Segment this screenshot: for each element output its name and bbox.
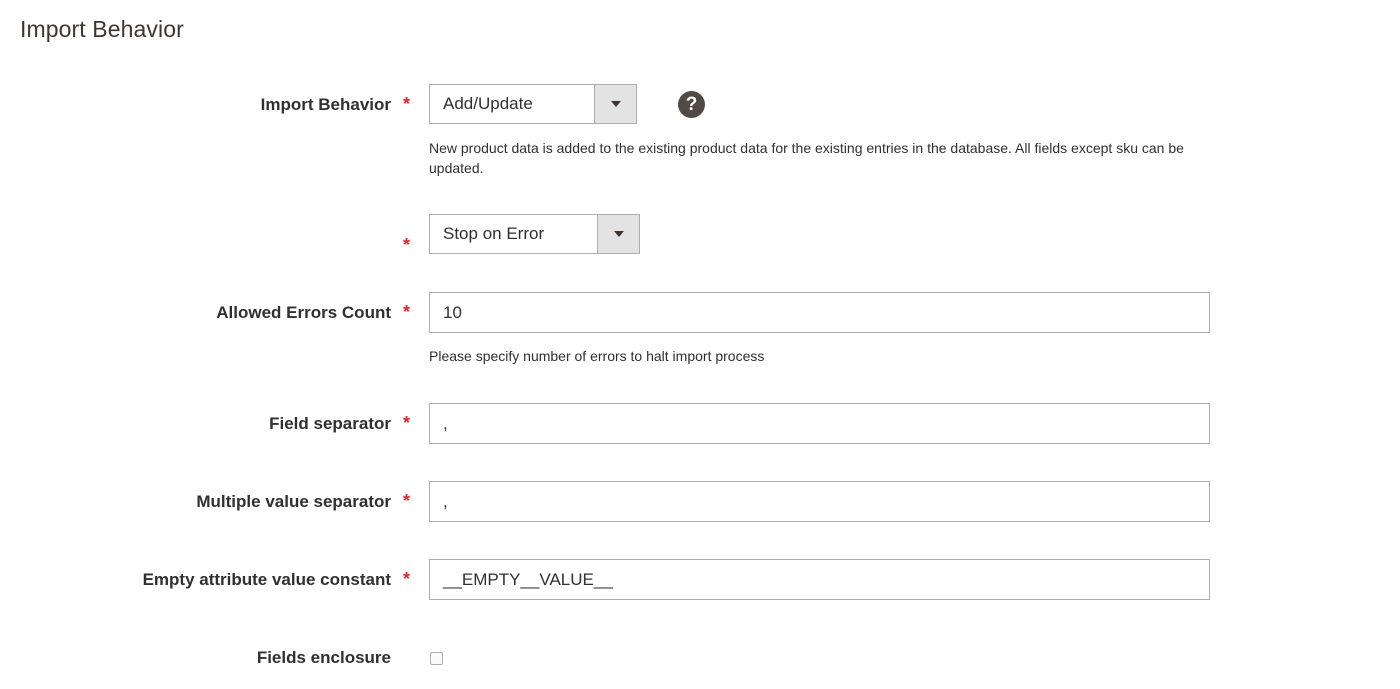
section-title: Import Behavior — [20, 16, 184, 42]
question-circle-icon[interactable]: ? — [678, 91, 705, 118]
required-marker: * — [403, 94, 411, 114]
multiple-value-separator-label: Multiple value separator — [196, 492, 391, 511]
allowed-errors-count-note: Please specify number of errors to halt … — [429, 348, 765, 364]
required-marker: * — [403, 569, 411, 589]
import-behavior-label: Import Behavior — [260, 95, 391, 114]
import-behavior-note: New product data is added to the existin… — [429, 140, 1184, 176]
required-marker: * — [403, 491, 411, 511]
field-separator-label: Field separator — [269, 414, 391, 433]
field-separator-input[interactable]: , — [429, 403, 1210, 444]
import-behavior-value: Add/Update — [443, 94, 533, 113]
validation-strategy-value: Stop on Error — [443, 224, 545, 243]
chevron-down-icon[interactable] — [594, 85, 636, 123]
empty-attribute-value-constant-label: Empty attribute value constant — [142, 570, 391, 589]
required-marker: * — [403, 302, 411, 322]
allowed-errors-count-input[interactable]: 10 — [429, 292, 1210, 333]
required-marker: * — [403, 235, 411, 255]
validation-strategy-select[interactable]: Stop on Error — [429, 214, 640, 254]
fields-enclosure-label: Fields enclosure — [256, 648, 391, 667]
allowed-errors-count-label: Allowed Errors Count — [216, 303, 391, 322]
empty-attribute-value-constant-input[interactable]: __EMPTY__VALUE__ — [429, 559, 1210, 600]
fields-enclosure-checkbox[interactable] — [430, 652, 443, 665]
multiple-value-separator-input[interactable]: , — [429, 481, 1210, 522]
import-behavior-select[interactable]: Add/Update — [429, 84, 637, 124]
chevron-down-icon[interactable] — [597, 215, 639, 253]
required-marker: * — [403, 413, 411, 433]
